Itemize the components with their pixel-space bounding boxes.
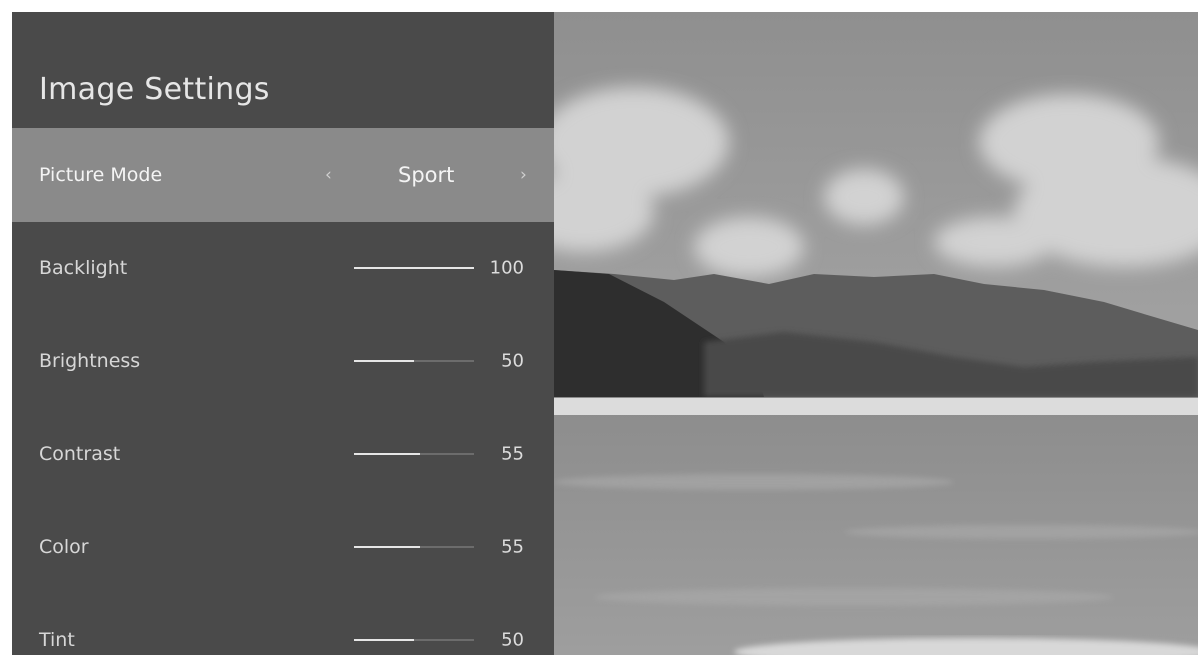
color-slider[interactable] — [354, 546, 474, 548]
chevron-left-icon[interactable]: ‹ — [325, 165, 332, 185]
brightness-slider[interactable] — [354, 360, 474, 362]
slider-fill — [354, 267, 474, 269]
landscape-photo — [554, 12, 1198, 655]
picture-mode-label: Picture Mode — [39, 164, 163, 186]
setting-row-color[interactable]: Color 55 — [12, 500, 554, 594]
setting-row-contrast[interactable]: Contrast 55 — [12, 407, 554, 501]
backlight-slider[interactable] — [354, 267, 474, 269]
slider-fill — [354, 546, 420, 548]
panel-title: Image Settings — [39, 72, 270, 107]
setting-row-tint[interactable]: Tint 50 — [12, 593, 554, 655]
contrast-slider[interactable] — [354, 453, 474, 455]
slider-fill — [354, 639, 414, 641]
setting-label: Color — [39, 536, 89, 558]
image-settings-panel: Image Settings Picture Mode ‹ Sport › Ba… — [12, 12, 554, 655]
setting-value: 55 — [501, 443, 524, 465]
slider-fill — [354, 453, 420, 455]
picture-mode-value: Sport — [398, 163, 455, 187]
setting-label: Backlight — [39, 257, 128, 279]
tint-slider[interactable] — [354, 639, 474, 641]
setting-value: 50 — [501, 350, 524, 372]
chevron-right-icon[interactable]: › — [520, 165, 527, 185]
setting-label: Contrast — [39, 443, 121, 465]
picture-preview — [554, 12, 1198, 655]
setting-label: Brightness — [39, 350, 141, 372]
setting-label: Tint — [39, 629, 75, 651]
setting-value: 55 — [501, 536, 524, 558]
slider-fill — [354, 360, 414, 362]
setting-row-backlight[interactable]: Backlight 100 — [12, 221, 554, 315]
tv-screen: Image Settings Picture Mode ‹ Sport › Ba… — [12, 12, 1198, 655]
setting-value: 100 — [489, 257, 524, 279]
setting-value: 50 — [501, 629, 524, 651]
picture-mode-row[interactable]: Picture Mode ‹ Sport › — [12, 128, 554, 222]
setting-row-brightness[interactable]: Brightness 50 — [12, 314, 554, 408]
